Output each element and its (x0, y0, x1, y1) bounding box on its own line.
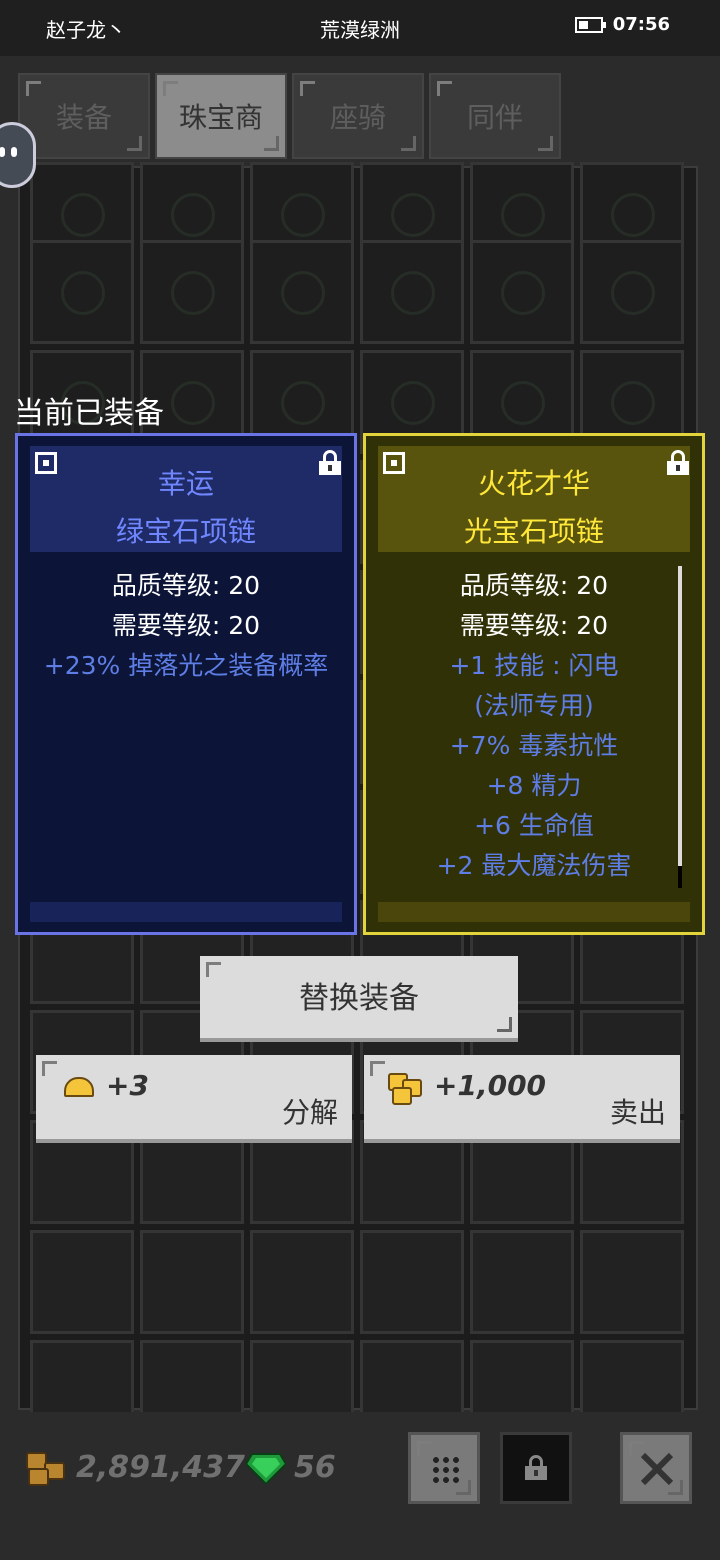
inventory-slot[interactable] (580, 1230, 684, 1334)
item-icon (391, 381, 435, 425)
status-right: 07:56 (574, 14, 670, 35)
new-item-card: 火花才华 光宝石项链 品质等级: 20 需要等级: 20 +1 技能 : 闪电 … (363, 433, 705, 935)
inventory-slot[interactable] (580, 240, 684, 344)
bonus-line: +6 生命值 (474, 811, 594, 840)
equipped-header: 当前已装备 (14, 396, 164, 431)
current-item-card: 幸运 绿宝石项链 品质等级: 20 需要等级: 20 +23% 掉落光之装备概率 (15, 433, 357, 935)
item-icon (501, 193, 545, 237)
tab-label: 珠宝商 (178, 101, 263, 134)
inventory-slot[interactable] (30, 1230, 134, 1334)
tab-companion[interactable]: 同伴 (429, 73, 561, 159)
item-name: 光宝石项链 (463, 515, 604, 548)
salvage-value: +3 (106, 1069, 149, 1102)
button-label: 替换装备 (299, 981, 419, 1016)
required-level: 需要等级: 20 (111, 611, 261, 640)
quality-level: 品质等级: 20 (111, 571, 261, 600)
gold-nugget-icon (64, 1077, 94, 1097)
tab-label: 座骑 (329, 101, 386, 134)
card-footer (30, 902, 342, 922)
item-icon (281, 193, 325, 237)
card-footer (378, 902, 690, 922)
item-icon (281, 381, 325, 425)
inventory-slot[interactable] (30, 240, 134, 344)
bonus-line: +1 技能 : 闪电 (449, 651, 619, 680)
tab-mount[interactable]: 座骑 (292, 73, 424, 159)
inventory-slot[interactable] (470, 240, 574, 344)
quality-level: 品质等级: 20 (459, 571, 609, 600)
item-icon (501, 381, 545, 425)
gold-coins-icon (26, 1452, 66, 1486)
item-icon (391, 271, 435, 315)
item-icon (391, 193, 435, 237)
gold-coins-icon (388, 1073, 422, 1105)
grid-view-button[interactable] (408, 1432, 480, 1504)
item-icon (611, 193, 655, 237)
footer-bar (0, 1412, 720, 1560)
item-name: 绿宝石项链 (115, 515, 256, 548)
item-icon (171, 271, 215, 315)
close-button[interactable] (620, 1432, 692, 1504)
clock: 07:56 (612, 14, 670, 35)
item-affix: 幸运 (157, 467, 214, 500)
salvage-button[interactable]: +3 分解 (36, 1055, 352, 1143)
inventory-slot[interactable] (360, 240, 464, 344)
tab-label: 装备 (55, 101, 112, 134)
battery-icon (574, 16, 606, 33)
item-icon (61, 271, 105, 315)
salvage-label: 分解 (281, 1096, 338, 1129)
tab-label: 同伴 (466, 101, 523, 134)
sell-value: +1,000 (434, 1069, 547, 1102)
coin-balance: 2,891,437 (76, 1450, 245, 1485)
lock-icon (525, 1455, 547, 1480)
bonus-line: +23% 掉落光之装备概率 (43, 651, 329, 680)
bonus-line: +7% 毒素抗性 (449, 731, 619, 760)
inventory-slot[interactable] (470, 1230, 574, 1334)
item-icon (501, 271, 545, 315)
inventory-slot[interactable] (250, 240, 354, 344)
item-icon (281, 271, 325, 315)
item-icon (611, 381, 655, 425)
inventory-slot[interactable] (140, 240, 244, 344)
lock-filter-button[interactable] (500, 1432, 572, 1504)
replace-equipment-button[interactable]: 替换装备 (200, 956, 518, 1042)
inventory-slot[interactable] (140, 1230, 244, 1334)
item-stats: 品质等级: 20 需要等级: 20 +1 技能 : 闪电 (法师专用) +7% … (366, 566, 702, 886)
emerald-gem-icon (244, 1452, 288, 1486)
item-icon (61, 193, 105, 237)
item-icon (171, 381, 215, 425)
item-icon (171, 193, 215, 237)
tab-jeweler[interactable]: 珠宝商 (155, 73, 287, 159)
bonus-line: (法师专用) (474, 691, 594, 720)
bonus-line: +8 精力 (486, 771, 582, 800)
item-icon (611, 271, 655, 315)
chat-bubble-icon[interactable] (0, 122, 36, 188)
gem-balance: 56 (294, 1450, 336, 1485)
tab-equipment[interactable]: 装备 (18, 73, 150, 159)
sell-button[interactable]: +1,000 卖出 (364, 1055, 680, 1143)
item-stats: 品质等级: 20 需要等级: 20 +23% 掉落光之装备概率 (18, 566, 354, 686)
inventory-slot[interactable] (250, 1230, 354, 1334)
item-affix: 火花才华 (477, 467, 590, 500)
required-level: 需要等级: 20 (459, 611, 609, 640)
bonus-line: +2 最大魔法伤害 (436, 851, 632, 880)
sell-label: 卖出 (609, 1096, 666, 1129)
scrollbar[interactable] (678, 566, 682, 888)
inventory-slot[interactable] (360, 1230, 464, 1334)
